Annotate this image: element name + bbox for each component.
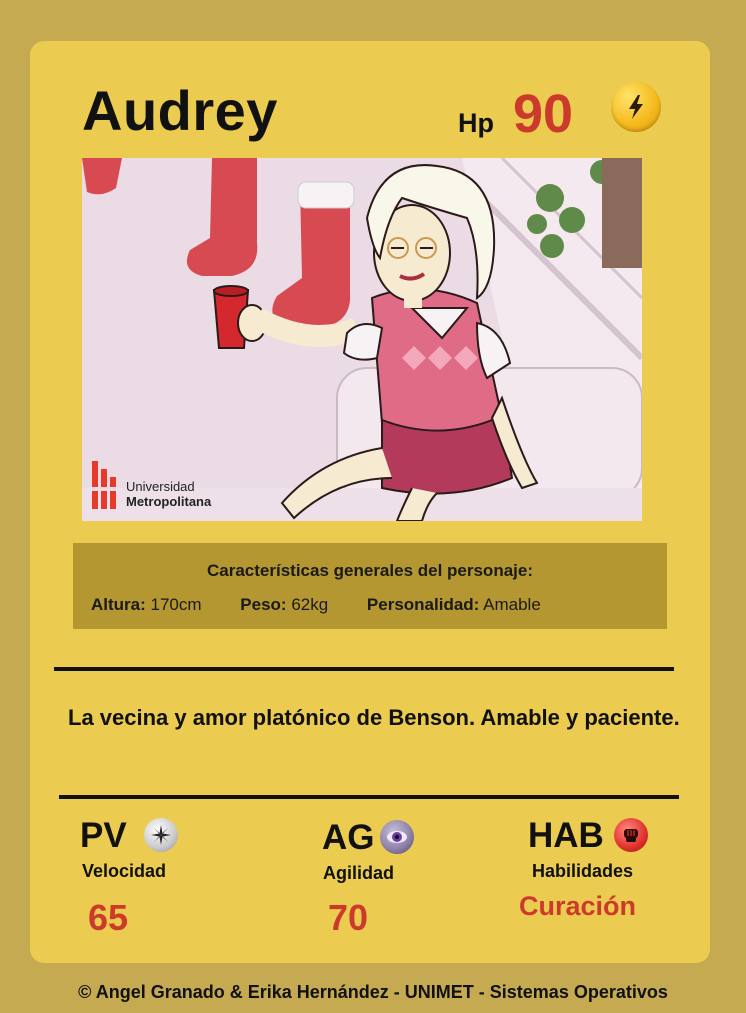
stat-value-ag: 70 [328, 897, 369, 938]
weight-value: 62kg [291, 595, 329, 614]
copyright-footer: © Angel Granado & Erika Hernández - UNIM… [78, 982, 668, 1002]
university-logo: Universidad Metropolitana [92, 461, 211, 509]
unimet-logo-icon [92, 461, 116, 509]
eye-icon [380, 820, 414, 854]
characteristics-row: Altura: 170cm Peso: 62kg Personalidad: A… [91, 595, 575, 615]
logo-line-1: Universidad [126, 479, 195, 494]
stat-code-pv: PV [80, 816, 127, 855]
personality-label: Personalidad: [366, 595, 480, 614]
character-description: La vecina y amor platónico de Benson. Am… [68, 705, 680, 730]
personality-value: Amable [483, 595, 541, 614]
stat-name-agilidad: Agilidad [323, 863, 394, 883]
weight-label: Peso: [240, 595, 287, 614]
height-value: 170cm [150, 595, 202, 614]
stat-code-ag: AG [322, 818, 375, 857]
personality-stat: Personalidad: Amable [367, 595, 541, 615]
weight-stat: Peso: 62kg [240, 595, 328, 615]
height-label: Altura: [91, 595, 146, 614]
fist-icon [614, 818, 648, 852]
character-name: Audrey [82, 79, 278, 142]
compass-icon [144, 818, 178, 852]
stat-code-hab: HAB [528, 816, 604, 855]
hp-value: 90 [513, 84, 574, 144]
divider-top [54, 667, 674, 671]
character-portrait: Universidad Metropolitana [82, 158, 642, 521]
hp-label: Hp [458, 108, 494, 138]
divider-bottom [59, 795, 679, 799]
stat-value-pv: 65 [88, 897, 129, 938]
lightning-icon [611, 82, 661, 132]
characteristics-box: Características generales del personaje:… [73, 543, 667, 629]
stat-name-velocidad: Velocidad [82, 861, 167, 881]
logo-line-2: Metropolitana [126, 494, 212, 509]
characteristics-title: Características generales del personaje: [207, 561, 533, 580]
stat-name-habilidades: Habilidades [532, 861, 634, 881]
stat-value-hab: Curación [519, 891, 637, 921]
height-stat: Altura: 170cm [91, 595, 202, 615]
